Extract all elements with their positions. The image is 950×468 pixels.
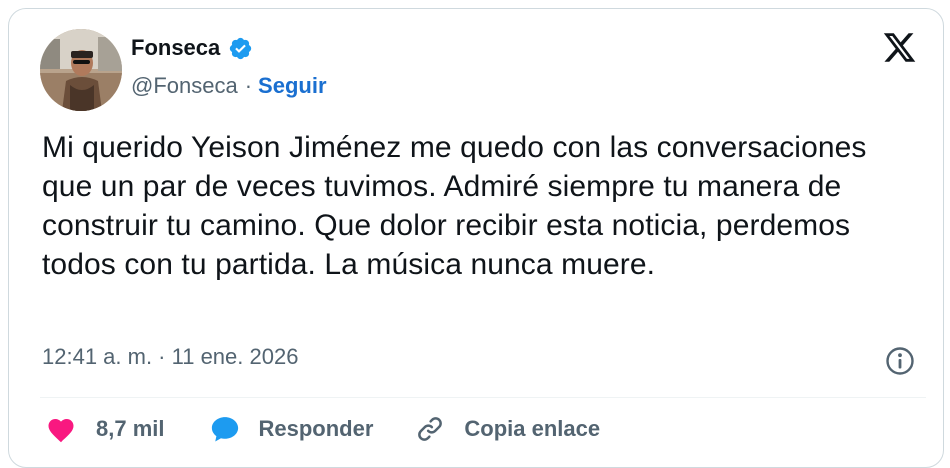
link-icon [418,417,443,441]
action-divider [40,397,926,398]
avatar-photo [40,29,122,111]
like-count: 8,7 mil [96,416,165,441]
x-logo-icon[interactable] [881,30,918,65]
copy-link-button[interactable]: Copia enlace [415,414,600,444]
author-name[interactable]: Fonseca [131,35,220,61]
avatar[interactable] [40,29,122,111]
follow-button[interactable]: Seguir [258,73,326,99]
handle-separator: · [244,73,253,98]
tweet-actions: 8,7 mil Responder Copia enlace [46,414,600,444]
like-button[interactable]: 8,7 mil [46,415,210,443]
reply-label: Responder [258,416,374,441]
speech-bubble-icon [212,417,239,442]
author-handle[interactable]: @Fonseca [131,73,238,99]
heart-icon [48,419,74,443]
info-icon[interactable] [884,345,916,377]
copy-link-label: Copia enlace [464,416,601,441]
tweet-timestamp[interactable]: 12:41 a. m. · 11 ene. 2026 [42,344,298,370]
verified-badge-icon [228,36,253,61]
reply-button[interactable]: Responder [210,415,415,443]
tweet-text: Mi querido Yeison Jiménez me quedo con l… [42,131,867,281]
